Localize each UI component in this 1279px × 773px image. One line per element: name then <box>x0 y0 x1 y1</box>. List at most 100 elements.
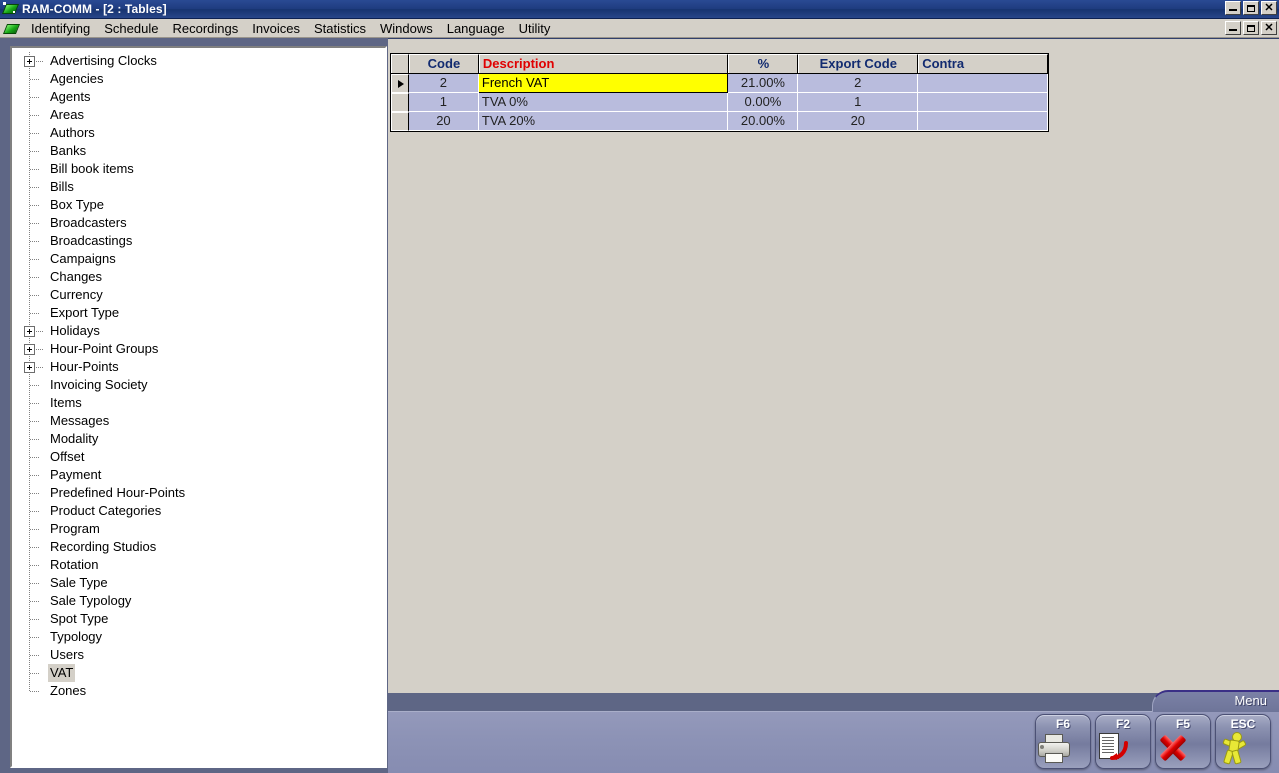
tree-item-predefined-hour-points[interactable]: Predefined Hour-Points <box>22 484 385 502</box>
cell-percent[interactable]: 20.00% <box>728 112 799 131</box>
menu-item-schedule[interactable]: Schedule <box>97 20 165 37</box>
print-button-f6[interactable]: F6 <box>1035 714 1091 769</box>
menu-item-identifying[interactable]: Identifying <box>24 20 97 37</box>
menu-item-statistics[interactable]: Statistics <box>307 20 373 37</box>
cell-description[interactable]: TVA 0% <box>478 93 729 112</box>
menu-item-invoices[interactable]: Invoices <box>245 20 307 37</box>
tree-item-advertising-clocks[interactable]: Advertising Clocks <box>22 52 385 70</box>
cell-description[interactable]: TVA 20% <box>478 112 729 131</box>
tree-item-agents[interactable]: Agents <box>22 88 385 106</box>
grid-header-percent[interactable]: % <box>728 54 799 73</box>
expand-plus-icon[interactable] <box>24 56 35 67</box>
mdi-close-button[interactable]: ✕ <box>1261 21 1277 35</box>
menu-tab[interactable]: Menu <box>1152 690 1279 712</box>
tree-item-messages[interactable]: Messages <box>22 412 385 430</box>
tree-item-label: Sale Type <box>50 575 108 590</box>
revert-button-f2[interactable]: F2 <box>1095 714 1151 769</box>
cell-code[interactable]: 1 <box>408 93 479 112</box>
restore-icon <box>1244 2 1258 14</box>
cell-code[interactable]: 20 <box>408 112 479 131</box>
tree-connector <box>36 367 44 368</box>
tree-item-modality[interactable]: Modality <box>22 430 385 448</box>
restore-button[interactable] <box>1243 1 1259 15</box>
expand-plus-icon[interactable] <box>24 344 35 355</box>
tree-item-label: Bills <box>50 179 74 194</box>
vat-data-grid[interactable]: Code Description % Export Code Contra 2 … <box>390 53 1049 132</box>
tree-item-recording-studios[interactable]: Recording Studios <box>22 538 385 556</box>
cell-contra[interactable] <box>918 93 1048 112</box>
cell-description-editing[interactable]: French VAT <box>478 74 729 93</box>
tree-item-label: Rotation <box>50 557 99 572</box>
tree-item-label: Export Type <box>50 305 120 320</box>
exit-button-esc[interactable]: ESC <box>1215 714 1271 769</box>
menu-item-language[interactable]: Language <box>440 20 512 37</box>
tree-item-vat[interactable]: VAT <box>22 664 385 682</box>
tree-item-spot-type[interactable]: Spot Type <box>22 610 385 628</box>
tree-item-label: Recording Studios <box>50 539 157 554</box>
table-row[interactable]: 1 TVA 0% 0.00% 1 <box>391 93 1048 112</box>
current-row-caret-icon <box>398 80 404 88</box>
tree-item-items[interactable]: Items <box>22 394 385 412</box>
expand-plus-icon[interactable] <box>24 362 35 373</box>
tree-item-hour-point-groups[interactable]: Hour-Point Groups <box>22 340 385 358</box>
cell-percent[interactable]: 21.00% <box>728 74 799 93</box>
menu-item-utility[interactable]: Utility <box>512 20 558 37</box>
tree-item-authors[interactable]: Authors <box>22 124 385 142</box>
tree-item-sale-typology[interactable]: Sale Typology <box>22 592 385 610</box>
mdi-child-icon <box>2 21 21 35</box>
mdi-restore-button[interactable] <box>1243 21 1259 35</box>
table-row[interactable]: 20 TVA 20% 20.00% 20 <box>391 112 1048 131</box>
cell-export-code[interactable]: 20 <box>798 112 919 131</box>
expand-plus-icon[interactable] <box>24 326 35 337</box>
cell-export-code[interactable]: 2 <box>798 74 919 93</box>
cell-code[interactable]: 2 <box>408 74 479 93</box>
fkey-label-f2: F2 <box>1115 717 1130 731</box>
cell-contra[interactable] <box>918 74 1048 93</box>
cell-contra[interactable] <box>918 112 1048 131</box>
tables-tree[interactable]: Advertising Clocks Agencies Agents Areas Aut… <box>12 48 385 766</box>
tree-item-sale-type[interactable]: Sale Type <box>22 574 385 592</box>
grid-header-code[interactable]: Code <box>408 54 479 73</box>
tree-item-hour-points[interactable]: Hour-Points <box>22 358 385 376</box>
tree-item-box-type[interactable]: Box Type <box>22 196 385 214</box>
tree-item-currency[interactable]: Currency <box>22 286 385 304</box>
tree-item-agencies[interactable]: Agencies <box>22 70 385 88</box>
title-bar: RAM-COMM - [2 : Tables] ✕ <box>0 0 1279 19</box>
grid-header-contra[interactable]: Contra <box>918 54 1048 73</box>
tree-item-label: Sale Typology <box>50 593 132 608</box>
tree-item-broadcasters[interactable]: Broadcasters <box>22 214 385 232</box>
minimize-button[interactable] <box>1225 1 1241 15</box>
document-revert-icon <box>1096 732 1150 766</box>
delete-button-f5[interactable]: F5 <box>1155 714 1211 769</box>
function-key-bar: F6 F2 F5 ESC <box>1035 714 1271 769</box>
tree-item-product-categories[interactable]: Product Categories <box>22 502 385 520</box>
tree-item-payment[interactable]: Payment <box>22 466 385 484</box>
tree-item-broadcastings[interactable]: Broadcastings <box>22 232 385 250</box>
tree-item-offset[interactable]: Offset <box>22 448 385 466</box>
menu-item-recordings[interactable]: Recordings <box>165 20 245 37</box>
close-button[interactable]: ✕ <box>1261 1 1277 15</box>
tree-item-program[interactable]: Program <box>22 520 385 538</box>
menu-item-windows[interactable]: Windows <box>373 20 440 37</box>
tree-item-invoicing-society[interactable]: Invoicing Society <box>22 376 385 394</box>
tree-item-export-type[interactable]: Export Type <box>22 304 385 322</box>
tree-item-typology[interactable]: Typology <box>22 628 385 646</box>
tree-item-users[interactable]: Users <box>22 646 385 664</box>
tree-item-campaigns[interactable]: Campaigns <box>22 250 385 268</box>
grid-header-export-code[interactable]: Export Code <box>798 54 919 73</box>
cell-export-code[interactable]: 1 <box>798 93 919 112</box>
tree-item-banks[interactable]: Banks <box>22 142 385 160</box>
tree-item-bills[interactable]: Bills <box>22 178 385 196</box>
tree-item-holidays[interactable]: Holidays <box>22 322 385 340</box>
table-row[interactable]: 2 French VAT 21.00% 2 <box>391 74 1048 93</box>
tree-item-changes[interactable]: Changes <box>22 268 385 286</box>
cell-percent[interactable]: 0.00% <box>728 93 799 112</box>
tree-item-areas[interactable]: Areas <box>22 106 385 124</box>
tree-item-rotation[interactable]: Rotation <box>22 556 385 574</box>
tree-item-bill-book-items[interactable]: Bill book items <box>22 160 385 178</box>
tree-item-label: Modality <box>50 431 99 446</box>
tree-item-zones[interactable]: Zones <box>22 682 385 700</box>
mdi-minimize-button[interactable] <box>1225 21 1241 35</box>
grid-header-description[interactable]: Description <box>478 54 729 73</box>
window-title: RAM-COMM - [2 : Tables] <box>22 2 167 16</box>
